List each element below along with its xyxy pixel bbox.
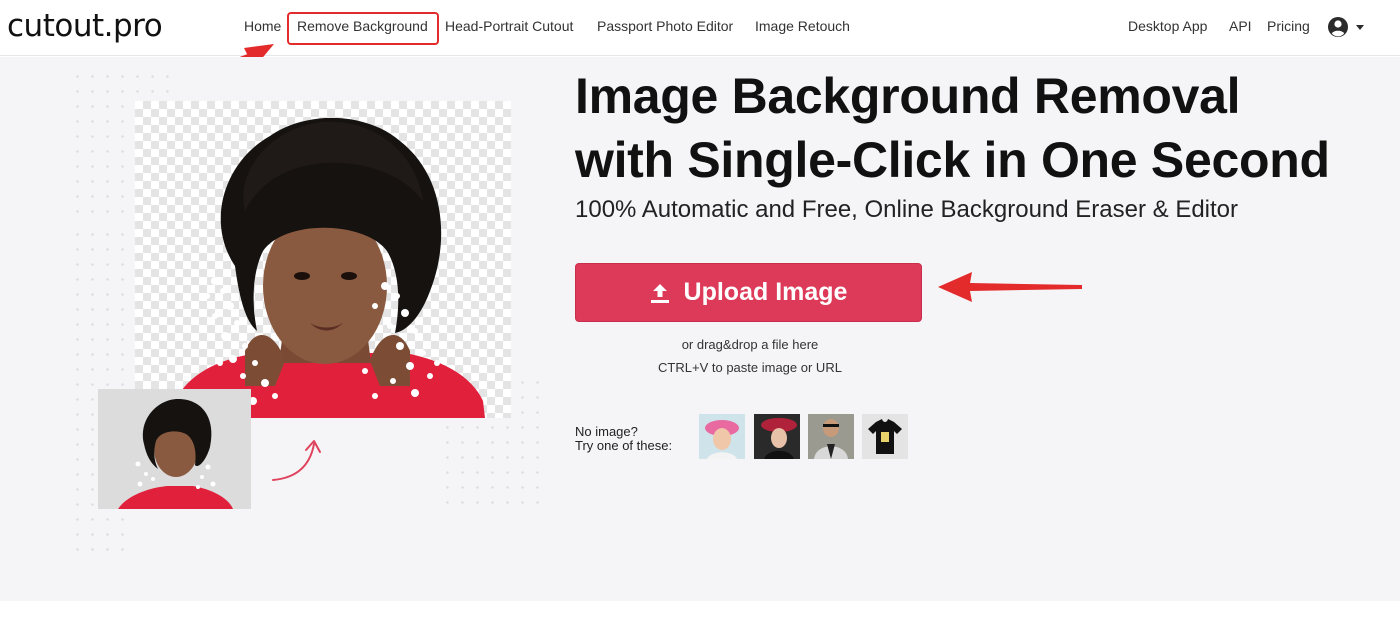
upload-image-label: Upload Image [683, 278, 848, 306]
sample-image-woman-red-hat[interactable] [754, 414, 800, 459]
transform-arrow-icon [272, 440, 321, 481]
paste-hint: CTRL+V to paste image or URL [658, 360, 842, 375]
sample-image-man-suit[interactable] [808, 414, 854, 459]
nav-pricing[interactable]: Pricing [1267, 18, 1310, 34]
logo[interactable]: cutout.pro [7, 8, 163, 44]
user-circle-icon [1328, 17, 1364, 37]
nav-api[interactable]: API [1229, 18, 1252, 34]
nav-home[interactable]: Home [244, 18, 281, 34]
hero-title-line1: Image Background Removal [575, 68, 1241, 124]
try-samples-label: Try one of these: [575, 438, 673, 453]
nav-image-retouch[interactable]: Image Retouch [755, 18, 850, 34]
upload-arrow-icon [650, 283, 669, 303]
nav-head-portrait-cutout[interactable]: Head-Portrait Cutout [445, 18, 573, 34]
upload-image-button[interactable]: Upload Image [575, 263, 922, 322]
original-photo-thumbnail [98, 389, 251, 509]
sample-image-black-tshirt[interactable] [862, 414, 908, 459]
hero-title-line2: with Single-Click in One Second [575, 132, 1330, 188]
annotation-highlight-box [287, 12, 439, 45]
nav-desktop-app[interactable]: Desktop App [1128, 18, 1207, 34]
no-image-label: No image? [575, 424, 638, 439]
cutout-portrait-image [175, 117, 485, 418]
account-menu[interactable] [1327, 15, 1367, 39]
caret-down-icon [1356, 25, 1364, 30]
sample-image-child-hat[interactable] [699, 414, 745, 459]
nav-passport-photo-editor[interactable]: Passport Photo Editor [597, 18, 733, 34]
hero-subtitle: 100% Automatic and Free, Online Backgrou… [575, 196, 1239, 223]
drag-drop-hint: or drag&drop a file here [681, 337, 819, 352]
hero-title: Image Background Removal with Single-Cli… [575, 64, 1355, 192]
annotation-arrow-upload [938, 272, 1082, 302]
